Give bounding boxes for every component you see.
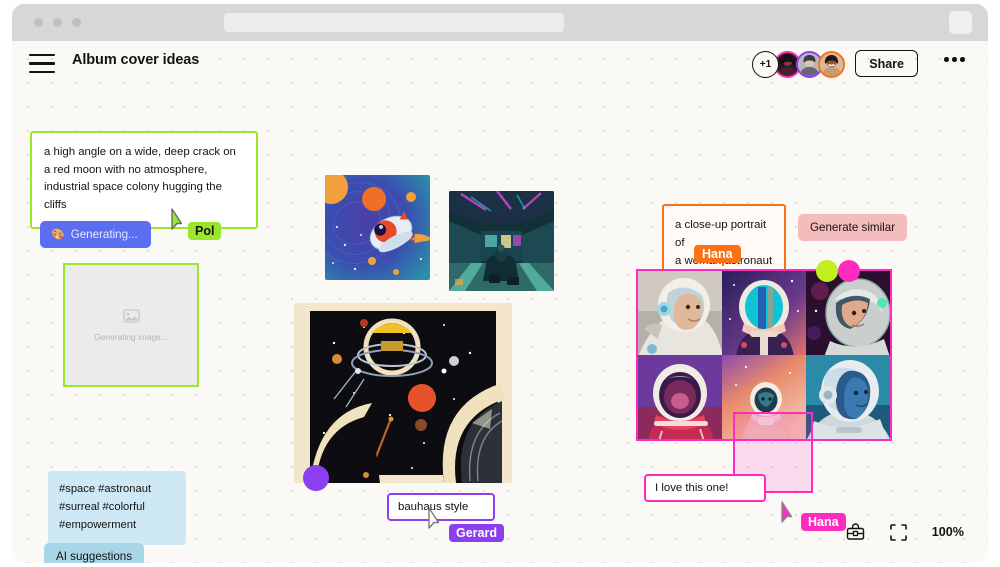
cursor-arrow-icon bbox=[171, 208, 183, 230]
cursor-arrow-icon bbox=[781, 501, 793, 523]
whiteboard-canvas[interactable]: Album cover ideas +1 Share a high angle … bbox=[12, 41, 988, 563]
share-button[interactable]: Share bbox=[855, 50, 918, 77]
app-topbar: Album cover ideas +1 Share bbox=[12, 41, 988, 87]
cursor-label-hana: Hana bbox=[801, 513, 846, 531]
window-close-button[interactable] bbox=[34, 18, 43, 27]
browser-chrome bbox=[12, 4, 988, 41]
cursor-label-pol: Pol bbox=[188, 222, 222, 240]
hamburger-menu-icon[interactable] bbox=[29, 54, 55, 73]
purple-dot-marker[interactable] bbox=[303, 465, 329, 491]
grid-image-3[interactable] bbox=[806, 271, 890, 355]
generate-similar-button[interactable]: Generate similar bbox=[798, 214, 908, 241]
toolbox-icon[interactable] bbox=[846, 523, 865, 541]
image-placeholder-icon bbox=[122, 308, 140, 328]
browser-extension-button[interactable] bbox=[949, 11, 972, 34]
sticky-note-hashtags[interactable]: #space #astronaut #surreal #colorful #em… bbox=[48, 471, 186, 546]
generating-button[interactable]: 🎨 Generating... bbox=[40, 221, 151, 248]
astronaut-portrait-4 bbox=[638, 355, 722, 439]
collaborator-avatars: +1 bbox=[752, 50, 845, 78]
ai-suggestions-button[interactable]: AI suggestions bbox=[44, 543, 145, 563]
cursor-label-gerard: Gerard bbox=[449, 524, 504, 542]
cursor-label-josep: Hana bbox=[694, 245, 741, 263]
generating-image-label: Generating image... bbox=[94, 331, 168, 342]
grid-image-4[interactable] bbox=[638, 355, 722, 439]
zoom-level-label[interactable]: 100% bbox=[932, 525, 964, 539]
hashtag-line-1: #space #astronaut bbox=[59, 483, 152, 495]
avatar-overflow-count[interactable]: +1 bbox=[752, 50, 779, 78]
avatar[interactable] bbox=[818, 50, 845, 78]
comment-box[interactable]: I love this one! bbox=[644, 474, 766, 502]
generating-button-label: Generating... bbox=[70, 228, 138, 241]
hashtag-line-2: #surreal #colorful bbox=[59, 501, 145, 514]
artwork-bauhaus-space[interactable] bbox=[294, 303, 512, 483]
bottom-toolbar: 100% bbox=[842, 515, 968, 549]
astronaut-portrait-2 bbox=[722, 271, 806, 355]
artwork-bauhaus-space-image bbox=[294, 303, 512, 483]
generating-image-placeholder[interactable]: Generating image... bbox=[63, 263, 199, 387]
astronaut-portrait-3 bbox=[806, 271, 890, 355]
astronaut-portrait-6 bbox=[806, 355, 890, 439]
green-dot-marker[interactable] bbox=[816, 260, 838, 282]
grid-image-1[interactable] bbox=[638, 271, 722, 355]
artwork-space-corridor[interactable] bbox=[449, 191, 554, 291]
sticky-note-prompt[interactable]: a high angle on a wide, deep crack on a … bbox=[30, 131, 258, 229]
grid-image-6[interactable] bbox=[806, 355, 890, 439]
window-maximize-button[interactable] bbox=[72, 18, 81, 27]
grid-image-2[interactable] bbox=[722, 271, 806, 355]
palette-icon: 🎨 bbox=[51, 229, 65, 241]
address-bar[interactable] bbox=[224, 13, 564, 32]
page-title: Album cover ideas bbox=[72, 52, 200, 68]
cursor-arrow-icon bbox=[428, 507, 440, 529]
artwork-planet-rocket[interactable] bbox=[325, 175, 430, 280]
fit-to-screen-icon[interactable] bbox=[889, 523, 908, 542]
browser-window: Album cover ideas +1 Share a high angle … bbox=[12, 4, 988, 563]
astronaut-portrait-1 bbox=[638, 271, 722, 355]
hashtag-line-3: #empowerment bbox=[59, 519, 137, 532]
window-minimize-button[interactable] bbox=[53, 18, 62, 27]
artwork-planet-rocket-image bbox=[325, 175, 430, 280]
artwork-space-corridor-image bbox=[449, 191, 554, 291]
more-horizontal-icon[interactable] bbox=[944, 57, 965, 62]
avatar-image bbox=[820, 52, 843, 76]
pink-dot-marker[interactable] bbox=[838, 260, 860, 282]
